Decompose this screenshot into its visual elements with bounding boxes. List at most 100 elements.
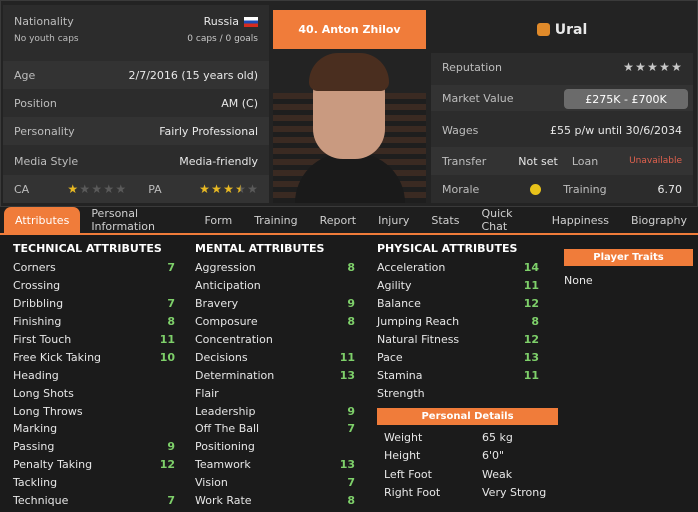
attribute-row[interactable]: Positioning — [195, 438, 355, 456]
mental-attributes: MENTAL ATTRIBUTES Aggression 8 Anticipatio… — [195, 240, 355, 509]
attribute-row[interactable]: Flair — [195, 384, 355, 402]
attribute-value: 11 — [523, 368, 539, 382]
attribute-row[interactable]: Dribbling 7 — [13, 295, 175, 313]
tab-happiness[interactable]: Happiness — [541, 207, 620, 233]
attribute-name: Flair — [195, 386, 219, 400]
attribute-row[interactable]: Crossing — [13, 277, 175, 295]
reputation-label: Reputation — [442, 60, 502, 74]
star-icon: ★ — [103, 182, 115, 196]
attribute-row[interactable]: Composure 8 — [195, 313, 355, 331]
attribute-value: 7 — [347, 422, 355, 436]
attribute-name: Positioning — [195, 440, 255, 454]
attribute-row[interactable]: Long Shots — [13, 384, 175, 402]
attribute-value: 8 — [167, 315, 175, 329]
attribute-value: 7 — [347, 476, 355, 490]
wages-value: £55 p/w until 30/6/2034 — [550, 123, 682, 137]
tab-form[interactable]: Form — [193, 207, 243, 233]
attribute-row[interactable]: Natural Fitness 12 — [377, 331, 539, 349]
attribute-name: Strength — [377, 386, 425, 400]
club-badge-icon — [536, 23, 550, 36]
attribute-row[interactable]: First Touch 11 — [13, 331, 175, 349]
morale-row: Morale Training 6.70 — [431, 175, 693, 203]
attribute-row[interactable]: Strength — [377, 384, 539, 402]
attribute-value: 13 — [523, 350, 539, 364]
tab-personal-information[interactable]: Personal Information — [80, 207, 193, 233]
attribute-row[interactable]: Long Throws — [13, 402, 175, 420]
technical-attributes: TECHNICAL ATTRIBUTES Corners 7 Crossing Dri… — [13, 240, 175, 509]
attribute-row[interactable]: Marking — [13, 420, 175, 438]
attribute-row[interactable]: Concentration — [195, 331, 355, 349]
tab-biography[interactable]: Biography — [620, 207, 698, 233]
attribute-name: Composure — [195, 315, 258, 329]
attribute-row[interactable]: Agility 11 — [377, 277, 539, 295]
nationality-value: Russia — [203, 15, 239, 28]
star-icon: ★ — [115, 182, 127, 196]
attribute-row[interactable]: Finishing 8 — [13, 313, 175, 331]
media-style-value: Media-friendly — [179, 154, 258, 168]
star-icon: ★ — [659, 60, 670, 74]
age-label: Age — [14, 68, 36, 82]
attribute-row[interactable]: Off The Ball 7 — [195, 420, 355, 438]
star-icon: ★ — [199, 182, 210, 196]
attribute-name: Penalty Taking — [13, 458, 93, 472]
attribute-name: Free Kick Taking — [13, 350, 102, 364]
tab-stats[interactable]: Stats — [420, 207, 470, 233]
tab-quick-chat[interactable]: Quick Chat — [470, 207, 540, 233]
star-icon: ★ — [67, 182, 79, 196]
attribute-value: 13 — [339, 458, 355, 472]
club-label: Ural — [554, 21, 588, 38]
attribute-row[interactable]: Stamina 11 — [377, 366, 539, 384]
market-value-badge[interactable]: £275K - £700K — [564, 89, 688, 109]
attribute-value: 12 — [523, 333, 539, 346]
attribute-row[interactable]: Corners 7 — [13, 259, 175, 277]
attribute-row[interactable]: Leadership 9 — [195, 402, 355, 420]
tab-injury[interactable]: Injury — [367, 207, 420, 233]
star-icon: ★ — [211, 182, 222, 196]
attribute-row[interactable]: Determination 13 — [195, 366, 355, 384]
attribute-name: Determination — [195, 368, 275, 382]
personality-label: Personality — [14, 124, 75, 138]
personal-detail-row: Height 6'0" — [384, 447, 551, 466]
attribute-row[interactable]: Bravery 9 — [195, 295, 355, 313]
attribute-row[interactable]: Pace 13 — [377, 348, 539, 366]
attribute-row[interactable]: Anticipation — [195, 277, 355, 295]
star-icon: ★ — [647, 60, 658, 74]
attribute-row[interactable]: Work Rate 8 — [195, 492, 355, 510]
attribute-name: Agility — [377, 279, 412, 293]
attribute-row[interactable]: Balance 12 — [377, 295, 539, 313]
attribute-name: Corners — [13, 261, 56, 275]
attribute-row[interactable]: Tackling — [13, 474, 175, 492]
attribute-name: Long Throws — [13, 404, 83, 418]
ca-label: CA — [14, 182, 30, 196]
attribute-row[interactable]: Free Kick Taking 10 — [13, 348, 175, 366]
star-icon: ★ — [79, 182, 91, 196]
tab-training[interactable]: Training — [243, 207, 308, 233]
physical-title: PHYSICAL ATTRIBUTES — [377, 242, 518, 255]
attribute-row[interactable]: Technique 7 — [13, 492, 175, 510]
detail-value: 65 kg — [482, 430, 513, 444]
club-name[interactable]: Ural — [431, 10, 693, 49]
attribute-row[interactable]: Jumping Reach 8 — [377, 313, 539, 331]
attribute-row[interactable]: Teamwork 13 — [195, 456, 355, 474]
attribute-name: Off The Ball — [195, 422, 260, 436]
attribute-value: 9 — [347, 297, 355, 311]
tab-attributes[interactable]: Attributes — [4, 207, 81, 233]
training-value: 6.70 — [657, 182, 683, 196]
attribute-name: Finishing — [13, 315, 62, 329]
tab-underline — [0, 233, 698, 235]
attribute-row[interactable]: Decisions 11 — [195, 348, 355, 366]
personal-detail-row: Weight 65 kg — [384, 428, 551, 447]
morale-icon[interactable] — [530, 183, 542, 195]
attribute-name: Pace — [377, 350, 403, 364]
personal-details-title: Personal Details — [377, 408, 558, 425]
attribute-row[interactable]: Aggression 8 — [195, 259, 355, 277]
attribute-row[interactable]: Passing 9 — [13, 438, 175, 456]
tab-report[interactable]: Report — [309, 207, 367, 233]
attribute-name: Passing — [13, 440, 55, 454]
attribute-row[interactable]: Vision 7 — [195, 474, 355, 492]
media-style-row: Media Style Media-friendly — [3, 147, 269, 175]
attribute-row[interactable]: Acceleration 14 — [377, 259, 539, 277]
detail-value: 6'0" — [482, 449, 505, 463]
attribute-row[interactable]: Penalty Taking 12 — [13, 456, 175, 474]
attribute-row[interactable]: Heading — [13, 366, 175, 384]
